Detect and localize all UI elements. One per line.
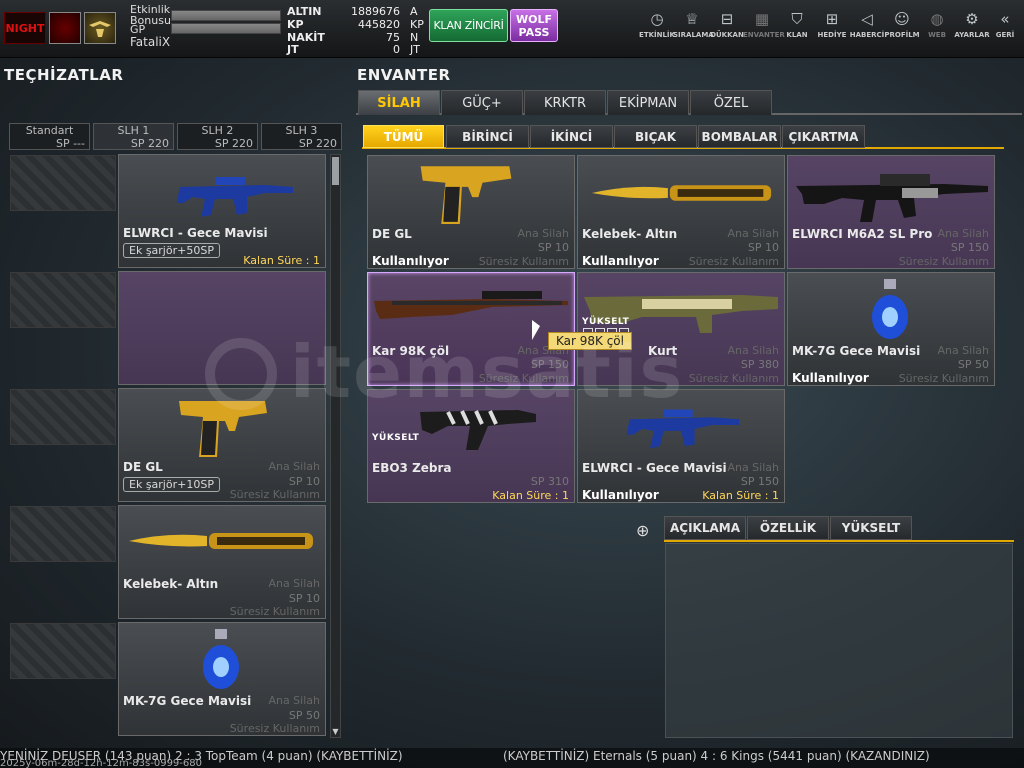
inventory-item[interactable]: MK-7G Gece Mavisi Ana Silah SP 50 Kullan… — [787, 272, 995, 386]
top-bar: NIGHT Etkinlik Bonusu GP FataliX ALTIN 1… — [0, 0, 1024, 58]
slot-placeholder — [10, 272, 116, 328]
watermark-logo — [205, 338, 277, 410]
subtab-grenades[interactable]: BOMBALAR — [698, 125, 781, 148]
jt-label: JT — [287, 43, 299, 56]
level-emblem: NIGHT — [4, 12, 46, 44]
extra-mag-badge: Ek şarjör+10SP — [123, 477, 220, 492]
bottom-ticker: YENİNİZ DEUSER (143 puan) 2 : 3 TopTeam … — [0, 748, 1024, 768]
player-name: FataliX — [130, 35, 171, 49]
rank-badge — [84, 12, 116, 44]
inventory-item[interactable]: Kelebek- Altın Ana Silah SP 10 Kullanılı… — [577, 155, 785, 269]
detail-tab-upgrade[interactable]: YÜKSELT — [830, 516, 912, 540]
gold-label: ALTIN — [287, 5, 322, 18]
scroll-down-icon[interactable]: ▼ — [331, 727, 340, 737]
jt-value: 0 — [393, 43, 400, 56]
slot-tab-slh3[interactable]: SLH 3 SP 220 — [261, 123, 342, 150]
inventory-title: ENVANTER — [357, 66, 451, 84]
clan-chain-button[interactable]: KLAN ZİNCİRİ — [429, 9, 508, 42]
pistol-gold-icon — [420, 166, 512, 224]
jt-unit: JT — [410, 43, 420, 56]
gold-value: 1889676 — [351, 5, 400, 18]
megaphone-icon: ◁ — [861, 10, 873, 28]
profile-icon: ☺ — [894, 10, 910, 28]
clock-icon: ◷ — [650, 10, 664, 28]
ticker-line-1b: (KAYBETTİNİZ) Eternals (5 puan) 4 : 6 Ki… — [503, 749, 930, 763]
slot-placeholder — [10, 155, 116, 211]
nav-ranking[interactable]: ♕ SIRALAMA — [673, 9, 714, 49]
slot-placeholder — [10, 389, 116, 445]
nav-profile[interactable]: ☺ PROFİLM — [883, 9, 921, 49]
slot-placeholder — [10, 506, 116, 562]
nav-shop[interactable]: ⊟ DÜKKAN — [708, 9, 746, 49]
cart-icon: ⊟ — [720, 10, 734, 28]
scroll-thumb[interactable] — [332, 157, 339, 185]
tab-character[interactable]: KRKTR — [524, 90, 606, 115]
equipment-scrollbar[interactable]: ▼ — [330, 154, 341, 738]
equipped-grenade[interactable]: MK-7G Gece Mavisi Ana Silah SP 50 Süresi… — [118, 622, 326, 736]
eagle-icon — [89, 21, 111, 37]
wolf-pass-button[interactable]: WOLF PASS — [510, 9, 558, 42]
detail-tab-description[interactable]: AÇIKLAMA — [664, 516, 746, 540]
inventory-item[interactable]: DE GL Ana Silah SP 10 Kullanılıyor Süres… — [367, 155, 575, 269]
event-bonus-bar — [171, 10, 281, 21]
rifle-blue-icon — [177, 177, 293, 217]
slot-tab-slh1[interactable]: SLH 1 SP 220 — [93, 123, 174, 150]
tab-equipment[interactable]: EKİPMAN — [607, 90, 689, 115]
gp-label: GP — [130, 23, 146, 36]
zoom-icon[interactable]: ⊕ — [636, 521, 649, 540]
subtab-knife[interactable]: BIÇAK — [614, 125, 697, 148]
grenade-blue-icon — [203, 629, 239, 689]
ticker-line-2: 2025y-06m-28d-12h-12m-83s-0999-680 — [0, 758, 202, 768]
upgrade-label: YÜKSELT — [582, 317, 630, 327]
sniper-rifle-icon — [374, 291, 568, 319]
inventory-icon: ▦ — [754, 10, 770, 28]
globe-icon: ◍ — [930, 10, 944, 28]
rifle-black-icon — [796, 174, 988, 222]
gp-bar — [171, 23, 281, 34]
gift-icon: ⊞ — [825, 10, 839, 28]
kp-value: 445820 — [358, 18, 400, 31]
kp-unit: KP — [410, 18, 424, 31]
nav-web[interactable]: ◍ WEB — [918, 9, 956, 49]
inventory-item[interactable]: ELWRCI M6A2 SL Pro Ana Silah SP 150 Süre… — [787, 155, 995, 269]
equipment-title: TEÇHİZATLAR — [4, 66, 124, 84]
subtab-secondary[interactable]: İKİNCİ — [530, 125, 613, 148]
back-icon: « — [1000, 10, 1010, 28]
detail-divider — [664, 540, 1014, 542]
knife-gold-icon — [591, 185, 772, 201]
upgrade-label: YÜKSELT — [372, 433, 420, 443]
detail-tab-stats[interactable]: ÖZELLİK — [747, 516, 829, 540]
shield-icon: ⛉ — [791, 10, 803, 28]
nav-gift[interactable]: ⊞ HEDİYE — [813, 9, 851, 49]
equipped-knife[interactable]: Kelebek- Altın Ana Silah SP 10 Süresiz K… — [118, 505, 326, 619]
subtab-stickers[interactable]: ÇIKARTMA — [782, 125, 865, 148]
tab-special[interactable]: ÖZEL — [690, 90, 772, 115]
slot-tab-standard[interactable]: Standart SP --- — [9, 123, 90, 150]
extra-mag-badge: Ek şarjör+50SP — [123, 243, 220, 258]
subtab-primary[interactable]: BİRİNCİ — [446, 125, 529, 148]
knife-gold-icon — [129, 533, 313, 549]
nav-messenger[interactable]: ◁ HABERCİ — [848, 9, 886, 49]
slot-placeholder — [10, 623, 116, 679]
kp-label: KP — [287, 18, 304, 31]
detail-panel — [665, 543, 1013, 738]
gold-unit: A — [410, 5, 418, 18]
grenade-blue-icon — [872, 279, 908, 339]
nav-inventory[interactable]: ▦ ENVANTER — [743, 9, 785, 49]
nav-clan[interactable]: ⛉ KLAN — [778, 9, 816, 49]
watermark-text: itemsatis — [290, 330, 685, 414]
subtab-all[interactable]: TÜMÜ — [363, 125, 444, 148]
nav-event[interactable]: ◷ ETKİNLİK — [638, 9, 676, 49]
rank-icon: ♕ — [685, 10, 699, 28]
tab-weapon[interactable]: SİLAH — [358, 90, 440, 115]
cash-value: 75 — [386, 31, 400, 44]
tab-power[interactable]: GÜÇ+ — [441, 90, 523, 115]
nav-back[interactable]: «GERİ — [986, 9, 1024, 49]
clan-badge — [49, 12, 81, 44]
equipped-primary-weapon[interactable]: ELWRCI - Gece Mavisi Ek şarjör+50SP Kala… — [118, 154, 326, 268]
slot-tab-slh2[interactable]: SLH 2 SP 220 — [177, 123, 258, 150]
